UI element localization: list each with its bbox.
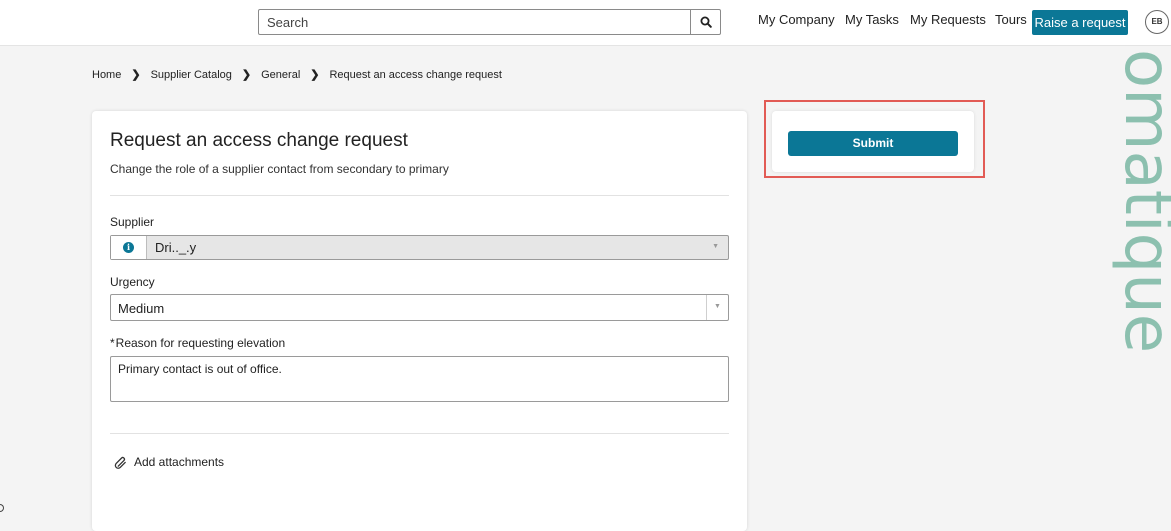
caret-down-icon: ▼ — [714, 303, 721, 310]
supplier-select[interactable]: i Dri.._.y ▼ — [110, 235, 729, 260]
nav-tours[interactable]: Tours — [995, 12, 1027, 27]
urgency-label: Urgency — [110, 275, 155, 289]
breadcrumb-current: Request an access change request — [329, 68, 502, 81]
supplier-info-area: i — [111, 236, 147, 259]
page-subtitle: Change the role of a supplier contact fr… — [110, 162, 449, 176]
submit-button[interactable]: Submit — [788, 131, 958, 156]
breadcrumb-home[interactable]: Home — [92, 69, 121, 81]
urgency-value: Medium — [118, 301, 165, 316]
add-attachments-button[interactable]: Add attachments — [114, 455, 224, 469]
chevron-right-icon: ❯ — [131, 69, 141, 81]
nav-my-requests[interactable]: My Requests — [910, 12, 986, 27]
brand-watermark: omatique — [1065, 0, 1171, 512]
required-mark: * — [110, 336, 115, 350]
request-form-card: Request an access change request Change … — [92, 111, 747, 531]
search-button[interactable] — [690, 10, 720, 34]
breadcrumb: Home ❯ Supplier Catalog ❯ General ❯ Requ… — [92, 68, 502, 82]
caret-down-icon: ▼ — [712, 243, 719, 250]
search-input[interactable] — [259, 10, 691, 34]
reason-label-text: Reason for requesting elevation — [115, 336, 286, 350]
urgency-select[interactable]: Medium ▼ — [110, 294, 729, 321]
top-bar: My Company My Tasks My Requests Tours Ra… — [0, 0, 1171, 46]
urgency-dropdown-toggle[interactable]: ▼ — [706, 295, 728, 320]
avatar[interactable]: EB — [1145, 10, 1169, 34]
divider — [110, 195, 729, 196]
chevron-right-icon: ❯ — [310, 69, 320, 81]
page-title: Request an access change request — [110, 130, 408, 151]
watermark-text: omatique — [1110, 49, 1171, 354]
nav-my-tasks[interactable]: My Tasks — [845, 12, 899, 27]
supplier-label: Supplier — [110, 215, 155, 229]
reason-label: *Reason for requesting elevation — [110, 336, 285, 350]
search-box — [258, 9, 721, 35]
breadcrumb-supplier-catalog[interactable]: Supplier Catalog — [151, 69, 232, 81]
submit-panel: Submit — [772, 111, 974, 172]
paperclip-icon — [114, 456, 126, 469]
raise-request-button[interactable]: Raise a request — [1032, 10, 1128, 35]
search-icon — [700, 16, 712, 28]
divider — [110, 433, 729, 434]
supplier-value: Dri.._.y — [155, 240, 197, 255]
nav-my-company[interactable]: My Company — [758, 12, 835, 27]
add-attachments-label: Add attachments — [134, 455, 225, 469]
chevron-right-icon: ❯ — [241, 69, 252, 81]
breadcrumb-general[interactable]: General — [261, 69, 300, 81]
reason-textarea[interactable] — [110, 356, 729, 402]
info-icon: i — [123, 242, 134, 253]
cursor-fragment-icon — [0, 504, 4, 512]
